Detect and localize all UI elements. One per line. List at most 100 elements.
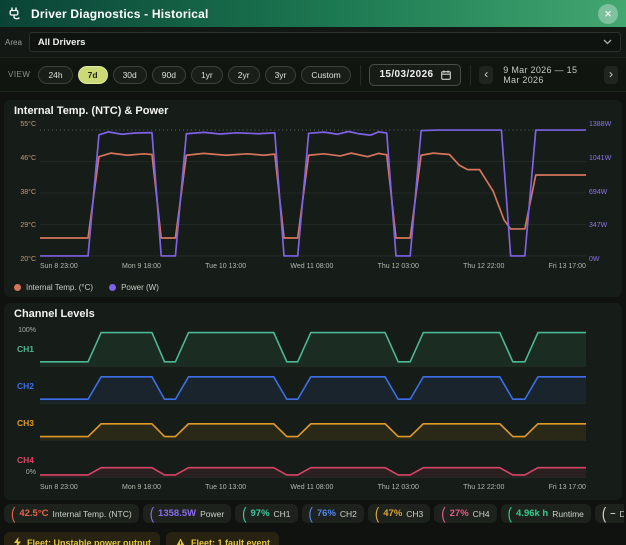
x-axis-tick: Thu 12 22:00 [463, 263, 504, 270]
chip-bracket-icon: ( [150, 507, 154, 520]
chart2-x-axis: Sun 8 23:00Mon 9 18:00Tue 10 13:00Wed 11… [40, 484, 586, 491]
chip-value: 47% [383, 508, 402, 519]
x-axis-tick: Thu 12 22:00 [463, 484, 504, 491]
channel-label-ch1: CH1 [17, 344, 34, 354]
temp-power-chart-panel: Internal Temp. (NTC) & Power 55°C46°C38°… [4, 100, 622, 297]
range-button-3yr[interactable]: 3yr [265, 66, 297, 84]
chip-bracket-icon: ( [375, 507, 379, 520]
y-axis-tick-left: 55°C [20, 121, 36, 128]
driver-diagnostics-window: Driver Diagnostics - Historical × Area A… [0, 0, 626, 545]
legend-label: Internal Temp. (°C) [26, 283, 93, 292]
chip-label: Power [200, 509, 224, 519]
status-chip-ch2: (76% CH2 [302, 504, 364, 523]
chip-bracket-icon: ( [602, 507, 606, 520]
chip-value: 97% [251, 508, 270, 519]
channel-label-column: CH1 CH2 CH3 CH4 [6, 330, 34, 478]
x-axis-tick: Mon 9 18:00 [122, 263, 161, 270]
x-axis-tick: Tue 10 13:00 [205, 263, 246, 270]
chart2-title: Channel Levels [14, 308, 95, 320]
warning-icon [175, 538, 186, 545]
divider [360, 65, 361, 85]
date-input[interactable]: 15/03/2026 [369, 64, 460, 86]
chip-value: 76% [317, 508, 336, 519]
chip-bracket-icon: ( [508, 507, 512, 520]
x-axis-tick: Sun 8 23:00 [40, 484, 78, 491]
area-label: Area [5, 38, 22, 47]
chip-label: CH4 [473, 509, 490, 519]
chart1-legend: Internal Temp. (°C) Power (W) [14, 283, 159, 292]
chip-value: 4.96k h [516, 508, 548, 519]
temp-power-line-chart [40, 126, 586, 260]
date-value: 15/03/2026 [379, 69, 433, 80]
y-axis-tick-right: 0W [589, 256, 600, 263]
view-label: VIEW [8, 70, 30, 79]
legend-item: Power (W) [109, 283, 159, 292]
channel-label-ch3: CH3 [17, 418, 34, 428]
range-button-30d[interactable]: 30d [113, 66, 147, 84]
range-button-custom[interactable]: Custom [301, 66, 350, 84]
channel-levels-chart-panel: Channel Levels 100% 0% CH1CH2CH3CH4 Sun … [4, 303, 622, 500]
y-axis-tick-right: 694W [589, 189, 607, 196]
range-button-90d[interactable]: 90d [152, 66, 186, 84]
x-axis-tick: Wed 11 08:00 [290, 263, 333, 270]
chip-value: 27% [450, 508, 469, 519]
x-axis-tick: Mon 9 18:00 [122, 484, 161, 491]
chart2-plot-area[interactable] [40, 330, 586, 478]
range-button-2yr[interactable]: 2yr [228, 66, 260, 84]
area-select[interactable]: All Drivers [29, 32, 621, 52]
x-axis-tick: Thu 12 03:00 [378, 484, 419, 491]
view-toolbar: VIEW 24h 7d 30d 90d 1yr 2yr 3yrCustom 15/03/20… [0, 58, 626, 92]
close-button[interactable]: × [598, 4, 618, 24]
range-button-7d[interactable]: 7d [78, 66, 108, 84]
area-row: Area All Drivers [0, 27, 626, 58]
status-chip-ch4: (27% CH4 [434, 504, 496, 523]
chart1-plot-area[interactable] [40, 126, 586, 260]
chip-value: – [610, 508, 615, 519]
status-chip-drivers-58-pts: (–Drivers · 58 pts [595, 504, 624, 523]
channel-levels-line-chart [40, 330, 586, 478]
x-axis-tick: Thu 12 03:00 [378, 263, 419, 270]
chip-bracket-icon: ( [242, 507, 246, 520]
legend-dot-icon [109, 284, 116, 291]
chart1-right-axis: 1388W1041W694W347W0W [589, 121, 619, 263]
next-range-button[interactable]: › [604, 66, 618, 84]
area-select-value: All Drivers [38, 37, 86, 48]
x-axis-tick: Wed 11 08:00 [290, 484, 333, 491]
alert-text: Fleet: 1 fault event [191, 538, 270, 545]
alert-chip-fleet-unstable-power-output: Fleet: Unstable power output [4, 532, 160, 545]
y-axis-tick-left: 38°C [20, 189, 36, 196]
chip-label: CH1 [274, 509, 291, 519]
range-button-group: 24h 7d 30d 90d 1yr 2yr 3yrCustom [38, 66, 350, 84]
titlebar: Driver Diagnostics - Historical × [0, 0, 626, 27]
alert-chip-fleet-1-fault-event: Fleet: 1 fault event [166, 532, 279, 545]
divider [470, 65, 471, 85]
chip-label: CH2 [340, 509, 357, 519]
chip-bracket-icon: ( [11, 507, 15, 520]
status-chip-power: (1358.5WPower [143, 504, 231, 523]
x-axis-tick: Fri 13 17:00 [549, 484, 586, 491]
legend-dot-icon [14, 284, 21, 291]
range-button-1yr[interactable]: 1yr [191, 66, 223, 84]
status-bar: (42.5°CInternal Temp. (NTC)(1358.5WPower… [4, 504, 624, 523]
y-axis-tick-left: 46°C [20, 155, 36, 162]
prev-range-button[interactable]: ‹ [479, 66, 493, 84]
y-axis-tick-right: 347W [589, 222, 607, 229]
channel-label-ch2: CH2 [17, 381, 34, 391]
channel-label-ch4: CH4 [17, 455, 34, 465]
lightning-icon [13, 537, 22, 545]
status-chip-ch3: (47% CH3 [368, 504, 430, 523]
window-title: Driver Diagnostics - Historical [31, 7, 209, 21]
chart1-left-axis: 55°C 46°C 38°C 29°C 20°C [6, 121, 36, 263]
y-axis-tick-left: 20°C [20, 256, 36, 263]
chip-bracket-icon: ( [309, 507, 313, 520]
status-chip-runtime: (4.96k hRuntime [501, 504, 591, 523]
chip-bracket-icon: ( [441, 507, 445, 520]
y-axis-tick-left: 29°C [20, 222, 36, 229]
date-range-text: 9 Mar 2026 — 15 Mar 2026 [503, 65, 594, 85]
alerts-bar: Fleet: Unstable power output Fleet: 1 fau… [4, 532, 279, 545]
chip-value: 42.5°C [19, 508, 48, 519]
chip-label: CH3 [406, 509, 423, 519]
y-axis-tick-right: 1041W [589, 155, 611, 162]
chevron-down-icon [603, 39, 612, 45]
range-button-24h[interactable]: 24h [38, 66, 72, 84]
